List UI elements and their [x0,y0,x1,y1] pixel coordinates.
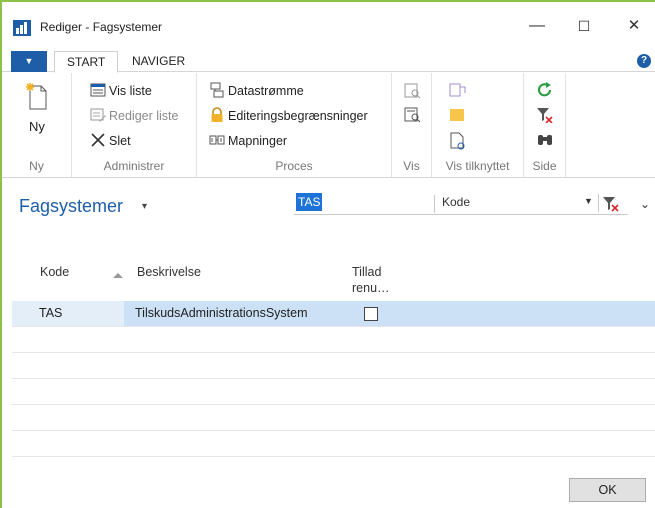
vis-liste-button[interactable]: Vis liste [90,81,152,101]
column-header-beskrivelse[interactable]: Beskrivelse [137,264,201,280]
mapninger-label: Mapninger [228,134,288,148]
view-icon[interactable] [404,83,422,99]
page-title-caret-icon[interactable]: ▾ [142,201,147,212]
filter-clear-button[interactable] [598,194,619,212]
minimize-button[interactable]: — [517,12,557,40]
column-header-kode[interactable]: Kode [40,264,69,280]
list-view-icon [90,83,106,97]
table-row-empty [12,353,655,379]
filter-value-input[interactable]: TAS [296,193,323,211]
title-bar: Rediger - Fagsystemer — ☐ ✕ [2,2,655,46]
filter-field-dropdown-icon[interactable]: ▼ [584,196,593,206]
window-title: Rediger - Fagsystemer [40,20,163,34]
group-label-vis: Vis [403,159,420,173]
edit-list-icon [90,108,106,122]
view-details-icon[interactable] [404,107,422,123]
group-administrer: Vis liste Rediger liste Slet Administrer [72,73,197,177]
rediger-liste-button[interactable]: Rediger liste [90,106,178,126]
clear-filter-icon [603,197,619,212]
table-row-empty [12,379,655,405]
vis-liste-label: Vis liste [109,84,152,98]
new-document-icon [26,83,47,110]
new-button[interactable]: Ny [22,83,52,139]
group-vis-tilknyttet: Vis tilknyttet [432,73,524,177]
app-icon [13,20,31,36]
dialog-window: Rediger - Fagsystemer — ☐ ✕ ▼ START NAVI… [0,0,655,508]
attached-document-icon[interactable] [448,132,468,150]
data-stream-icon [210,82,224,98]
datastromme-label: Datastrømme [228,84,304,98]
ribbon-tabs: ▼ START NAVIGER ? [2,48,655,73]
delete-x-icon [91,133,105,147]
clear-filter-icon[interactable] [536,107,554,123]
find-binoculars-icon[interactable] [536,132,554,148]
filter-divider [434,195,435,213]
table-row[interactable]: TAS TilskudsAdministrationsSystem [12,301,655,327]
slet-button[interactable]: Slet [90,131,131,151]
tab-naviger[interactable]: NAVIGER [120,51,197,73]
new-button-label: Ny [29,119,45,134]
file-menu-button[interactable]: ▼ [11,51,47,72]
mapping-icon [209,135,225,145]
linked-records-icon[interactable] [448,83,468,99]
table-row-empty [12,431,655,457]
tab-start[interactable]: START [54,51,119,73]
group-vis: Vis [392,73,432,177]
group-label-vis-tilknyttet: Vis tilknyttet [445,159,510,173]
tillad-checkbox[interactable] [364,307,378,321]
ribbon: Ny Ny Vis liste Rediger liste Slet Admin… [2,73,655,178]
group-label-administrer: Administrer [103,159,165,173]
maximize-button[interactable]: ☐ [564,12,604,40]
ok-button[interactable]: OK [569,478,646,502]
cell-kode[interactable]: TAS [39,306,62,320]
group-side: Side [524,73,566,177]
datastromme-button[interactable]: Datastrømme [209,81,304,101]
refresh-icon[interactable] [536,82,554,98]
group-label-side: Side [532,159,557,173]
help-icon[interactable]: ? [637,54,651,68]
column-header-tillad-line2: renu… [352,281,390,295]
page-title[interactable]: Fagsystemer [19,196,123,217]
filter-bar: TAS Kode ▼ [294,193,628,215]
editering-label: Editeringsbegrænsninger [228,109,368,123]
filter-field-select[interactable]: Kode [442,195,470,209]
group-label-ny: Ny [29,159,44,173]
editering-button[interactable]: Editeringsbegrænsninger [209,106,368,126]
mapninger-button[interactable]: Mapninger [209,131,287,151]
group-proces: Datastrømme Editeringsbegrænsninger Mapn… [197,73,392,177]
group-label-proces: Proces [275,159,313,173]
slet-label: Slet [109,134,131,148]
notes-icon[interactable] [448,107,468,123]
cell-beskrivelse[interactable]: TilskudsAdministrationsSystem [135,306,308,320]
table-row-empty [12,405,655,431]
column-header-tillad-line1: Tillad [352,265,382,279]
rediger-liste-label: Rediger liste [109,109,179,123]
close-button[interactable]: ✕ [614,12,654,40]
group-ny: Ny Ny [2,73,72,177]
collapse-chevron-icon[interactable]: ⌄ [640,197,650,211]
table-row-empty [12,327,655,353]
sort-ascending-icon [113,273,123,278]
column-header-tillad[interactable]: Tillad renu… [352,264,390,296]
lock-icon [211,107,223,122]
kode-cell-highlight [12,301,124,326]
